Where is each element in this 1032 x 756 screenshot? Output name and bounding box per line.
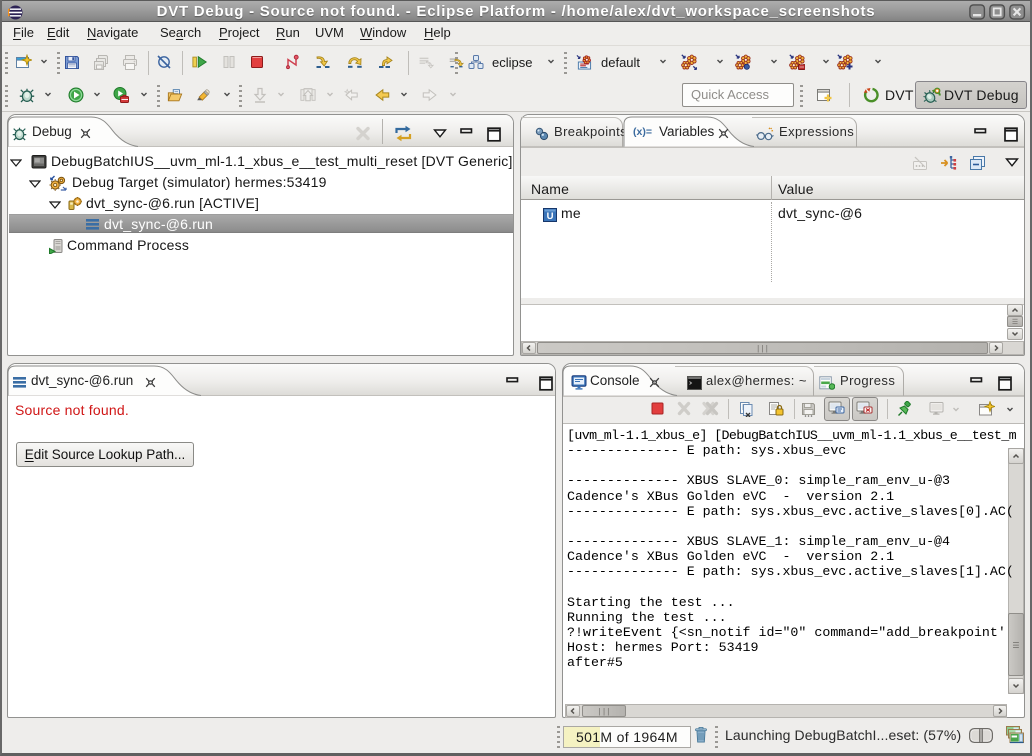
svg-text:U: U (547, 211, 554, 222)
